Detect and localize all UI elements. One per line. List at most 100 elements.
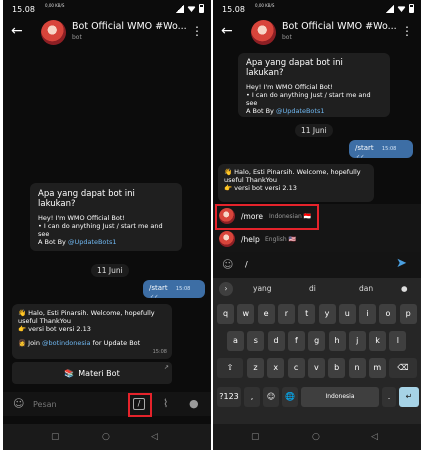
enter-key[interactable]: ↵: [399, 387, 419, 407]
key-m[interactable]: m: [368, 358, 386, 378]
comma-key[interactable]: ,: [244, 387, 260, 407]
key-k[interactable]: k: [369, 331, 387, 351]
key-e[interactable]: e: [257, 304, 275, 324]
reply-join-line: 👩 Join @botindonesia for Update Bot: [18, 339, 166, 347]
chat-title-box[interactable]: Bot Official WMO #Wo... bot: [72, 21, 190, 41]
key-b[interactable]: b: [328, 358, 346, 378]
sent-message: /start 15:08 ✓✓: [349, 140, 413, 160]
sticker-icon[interactable]: ☺: [13, 398, 24, 409]
key-x[interactable]: x: [267, 358, 285, 378]
key-c[interactable]: c: [287, 358, 305, 378]
language-key[interactable]: 🌐: [282, 387, 298, 407]
status-icons: [175, 4, 204, 13]
message-input[interactable]: Pesan: [33, 400, 57, 409]
key-g[interactable]: g: [308, 331, 326, 351]
sent-time: 15:08: [381, 146, 397, 152]
key-t[interactable]: t: [298, 304, 316, 324]
key-a[interactable]: a: [227, 331, 244, 351]
symbols-key[interactable]: ?123: [217, 387, 241, 407]
back-arrow-icon[interactable]: ←: [11, 23, 23, 39]
suggestion-1[interactable]: yang: [253, 284, 272, 293]
message-input-bar: ☺ Pesan / ⌇ ●: [3, 392, 211, 416]
byline-prefix: A Bot By: [38, 238, 68, 246]
status-bar: 15.08 0,00 KB/S: [213, 0, 421, 18]
back-nav-icon[interactable]: ◁: [371, 432, 378, 442]
suggestion-3[interactable]: dan: [359, 284, 373, 293]
microphone-icon[interactable]: ●: [401, 284, 408, 293]
home-icon[interactable]: ○: [102, 432, 110, 442]
key-n[interactable]: n: [348, 358, 366, 378]
kebab-menu-icon[interactable]: ⋮: [401, 24, 413, 38]
chevron-right-icon[interactable]: ›: [219, 282, 233, 296]
command-name: /help: [241, 235, 260, 244]
send-icon[interactable]: ➤: [396, 257, 407, 270]
recent-apps-icon[interactable]: ▢: [51, 432, 60, 442]
key-j[interactable]: j: [348, 331, 366, 351]
message-input[interactable]: /: [245, 260, 248, 269]
emoji-key[interactable]: ☺: [263, 387, 279, 407]
key-f[interactable]: f: [287, 331, 305, 351]
intro-question: Apa yang dapat bot ini lakukan?: [246, 58, 343, 78]
backspace-key[interactable]: ⌫: [389, 358, 417, 378]
sticker-icon[interactable]: ☺: [222, 259, 233, 270]
back-arrow-icon[interactable]: ←: [221, 23, 233, 39]
join-link[interactable]: @botindonesia: [42, 339, 90, 347]
sent-time: 15:08: [175, 286, 191, 292]
key-q[interactable]: q: [217, 304, 234, 324]
highlight-box-slash: [128, 393, 152, 417]
status-time: 15.08: [222, 5, 245, 14]
key-o[interactable]: o: [379, 304, 397, 324]
intro-byline: A Bot By @UpdateBots1: [246, 107, 382, 115]
chat-title-box[interactable]: Bot Official WMO #Wo... bot: [282, 21, 400, 41]
bot-avatar: [219, 231, 235, 247]
byline-prefix: A Bot By: [246, 107, 276, 115]
shift-key[interactable]: ⇧: [217, 358, 243, 378]
bot-reply-bubble: 👋 Halo, Esti Pinarsih. Welcome, hopefull…: [218, 164, 374, 202]
intro-line-2: • I can do anything Just / start me and …: [38, 222, 163, 238]
status-icons: [385, 4, 414, 13]
microphone-icon[interactable]: ●: [189, 398, 199, 409]
intro-line-2: • I can do anything Just / start me and …: [246, 91, 371, 107]
onscreen-keyboard: q w e r t y u i o p a s d f g h j k l ⇧ z x c v b n m ⌫ ?123, ☺ 🌐 Indon…: [213, 300, 421, 424]
system-nav-bar: ▢ ○ ◁: [213, 424, 421, 450]
key-p[interactable]: p: [399, 304, 417, 324]
signal-icon: [385, 4, 394, 13]
key-d[interactable]: d: [267, 331, 285, 351]
suggestion-2[interactable]: di: [309, 284, 316, 293]
wifi-icon: [187, 6, 196, 12]
key-s[interactable]: s: [247, 331, 265, 351]
bot-avatar[interactable]: [41, 20, 66, 45]
chat-header: ← Bot Official WMO #Wo... bot ⋮: [213, 18, 421, 50]
period-key[interactable]: .: [382, 387, 396, 407]
wifi-icon: [397, 6, 406, 12]
key-w[interactable]: w: [237, 304, 255, 324]
kebab-menu-icon[interactable]: ⋮: [191, 24, 203, 38]
bot-intro-bubble: Apa yang dapat bot ini lakukan? Hey! I'm…: [30, 183, 182, 251]
key-z[interactable]: z: [247, 358, 264, 378]
home-icon[interactable]: ○: [312, 432, 320, 442]
back-nav-icon[interactable]: ◁: [151, 432, 158, 442]
key-r[interactable]: r: [277, 304, 295, 324]
key-v[interactable]: v: [307, 358, 325, 378]
inline-button-materi-bot[interactable]: 📚 Materi Bot ↗: [12, 362, 172, 384]
highlight-box-command: [215, 204, 319, 230]
bot-avatar[interactable]: [251, 20, 276, 45]
key-y[interactable]: y: [318, 304, 336, 324]
command-item-help[interactable]: /help English 🇺🇸: [213, 228, 421, 251]
system-nav-bar: ▢ ○ ◁: [3, 424, 211, 450]
reply-line-1: 👋 Halo, Esti Pinarsih. Welcome, hopefull…: [224, 168, 361, 184]
key-u[interactable]: u: [338, 304, 356, 324]
keyboard-suggestion-strip: › yang di dan ●: [213, 278, 421, 300]
key-l[interactable]: l: [389, 331, 407, 351]
key-i[interactable]: i: [359, 304, 377, 324]
recent-apps-icon[interactable]: ▢: [251, 432, 260, 442]
message-input-bar: ☺ / ➤: [213, 252, 421, 278]
reply-line-2: 👉 versi bot versi 2.13: [18, 325, 91, 333]
sent-text: /start: [355, 144, 374, 152]
byline-link[interactable]: @UpdateBots1: [276, 107, 325, 115]
byline-link[interactable]: @UpdateBots1: [68, 238, 117, 246]
paperclip-icon[interactable]: ⌇: [163, 398, 168, 409]
space-key[interactable]: Indonesia: [301, 387, 379, 407]
key-h[interactable]: h: [328, 331, 346, 351]
chat-title: Bot Official WMO #Wo...: [282, 21, 397, 32]
